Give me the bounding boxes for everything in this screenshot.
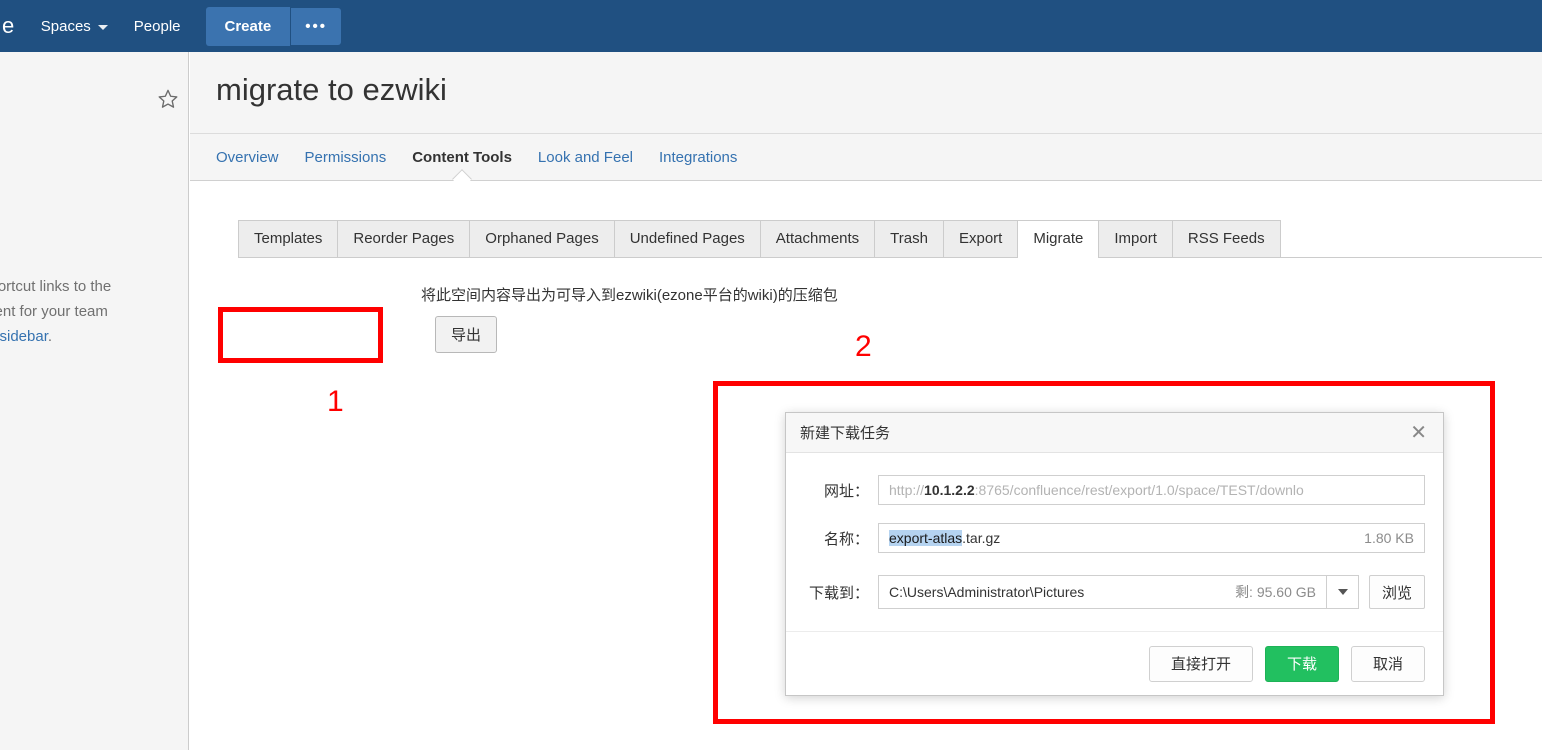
sidebar-description-line-1: shortcut links to the — [0, 274, 187, 299]
subtab-templates[interactable]: Templates — [238, 220, 338, 257]
save-path-dropdown-button[interactable] — [1327, 575, 1359, 609]
download-dialog-title: 新建下载任务 — [800, 422, 890, 443]
save-path-row: 下载到： C:\Users\Administrator\Pictures 剩: … — [786, 575, 1443, 609]
more-options-button[interactable]: ••• — [291, 8, 341, 45]
subtab-reorder-pages[interactable]: Reorder Pages — [337, 220, 470, 257]
tab-look-and-feel[interactable]: Look and Feel — [538, 145, 633, 170]
subtab-orphaned-pages[interactable]: Orphaned Pages — [469, 220, 614, 257]
save-path-input[interactable]: C:\Users\Administrator\Pictures 剩: 95.60… — [878, 575, 1327, 609]
app-logo[interactable]: e — [2, 15, 14, 37]
tab-content-tools[interactable]: Content Tools — [412, 145, 512, 170]
sidebar-description-line-2: ntent for your team — [0, 299, 187, 324]
save-path-label: 下载到： — [800, 582, 878, 603]
annotation-marker-2: 2 — [855, 330, 872, 364]
subtab-import[interactable]: Import — [1098, 220, 1173, 257]
migrate-description: 将此空间内容导出为可导入到ezwiki(ezone平台的wiki)的压缩包 — [421, 284, 838, 305]
url-scheme: http:// — [889, 482, 924, 498]
sidebar-configure-link[interactable]: re sidebar — [0, 328, 48, 345]
free-space-text: 剩: 95.60 GB — [1223, 582, 1316, 602]
url-host: 10.1.2.2 — [924, 482, 975, 498]
sidebar-description: shortcut links to the ntent for your tea… — [0, 274, 187, 349]
tab-overview[interactable]: Overview — [216, 145, 279, 170]
filename-label: 名称： — [800, 528, 878, 549]
create-button[interactable]: Create — [206, 7, 291, 46]
file-size: 1.80 KB — [1352, 530, 1414, 546]
subtab-export[interactable]: Export — [943, 220, 1018, 257]
filename-input[interactable]: export-atlas.tar.gz 1.80 KB — [878, 523, 1425, 553]
browse-button[interactable]: 浏览 — [1369, 575, 1425, 609]
close-icon[interactable]: ✕ — [1408, 423, 1429, 443]
subtab-migrate[interactable]: Migrate — [1017, 220, 1099, 258]
space-sidebar: s shortcut links to the ntent for your t… — [0, 52, 189, 750]
nav-item-people-label: People — [134, 18, 181, 35]
top-navigation-bar: e Spaces People Create ••• — [0, 0, 1542, 52]
cancel-button[interactable]: 取消 — [1351, 646, 1425, 682]
filename-extension: .tar.gz — [962, 530, 1000, 546]
screen: e Spaces People Create ••• s shortcut li… — [0, 0, 1542, 750]
annotation-box-1 — [218, 307, 383, 363]
download-dialog: 新建下载任务 ✕ 网址： http://10.1.2.2:8765/conflu… — [785, 412, 1444, 696]
sidebar-description-line-3: re sidebar. — [0, 324, 187, 349]
export-button[interactable]: 导出 — [435, 316, 497, 353]
sidebar-description-period: . — [48, 328, 52, 345]
nav-item-spaces[interactable]: Spaces — [28, 11, 121, 42]
download-dialog-footer: 直接打开 下载 取消 — [786, 631, 1443, 695]
subtab-trash[interactable]: Trash — [874, 220, 944, 257]
url-label: 网址： — [800, 480, 878, 501]
save-path-value: C:\Users\Administrator\Pictures — [889, 584, 1084, 600]
chevron-down-icon — [1338, 589, 1348, 595]
subtab-attachments[interactable]: Attachments — [760, 220, 875, 257]
download-dialog-titlebar: 新建下载任务 ✕ — [786, 413, 1443, 453]
url-input[interactable]: http://10.1.2.2:8765/confluence/rest/exp… — [878, 475, 1425, 505]
open-directly-button[interactable]: 直接打开 — [1149, 646, 1253, 682]
annotation-marker-1: 1 — [327, 385, 344, 419]
nav-item-people[interactable]: People — [121, 11, 194, 42]
subtab-rss-feeds[interactable]: RSS Feeds — [1172, 220, 1281, 257]
star-icon[interactable] — [157, 88, 179, 110]
tab-integrations[interactable]: Integrations — [659, 145, 737, 170]
space-admin-tabs: Overview Permissions Content Tools Look … — [190, 134, 1542, 181]
filename-row: 名称： export-atlas.tar.gz 1.80 KB — [786, 523, 1443, 553]
tab-permissions[interactable]: Permissions — [305, 145, 387, 170]
page-title: migrate to ezwiki — [216, 72, 447, 108]
nav-item-spaces-label: Spaces — [41, 18, 91, 35]
url-row: 网址： http://10.1.2.2:8765/confluence/rest… — [786, 475, 1443, 505]
filename-base: export-atlas — [889, 530, 962, 546]
subtab-undefined-pages[interactable]: Undefined Pages — [614, 220, 761, 257]
download-button[interactable]: 下载 — [1265, 646, 1339, 682]
chevron-down-icon — [98, 25, 108, 30]
content-tools-tabs: Templates Reorder Pages Orphaned Pages U… — [238, 220, 1542, 258]
url-path: :8765/confluence/rest/export/1.0/space/T… — [975, 482, 1304, 498]
page-header: migrate to ezwiki — [190, 52, 1542, 134]
